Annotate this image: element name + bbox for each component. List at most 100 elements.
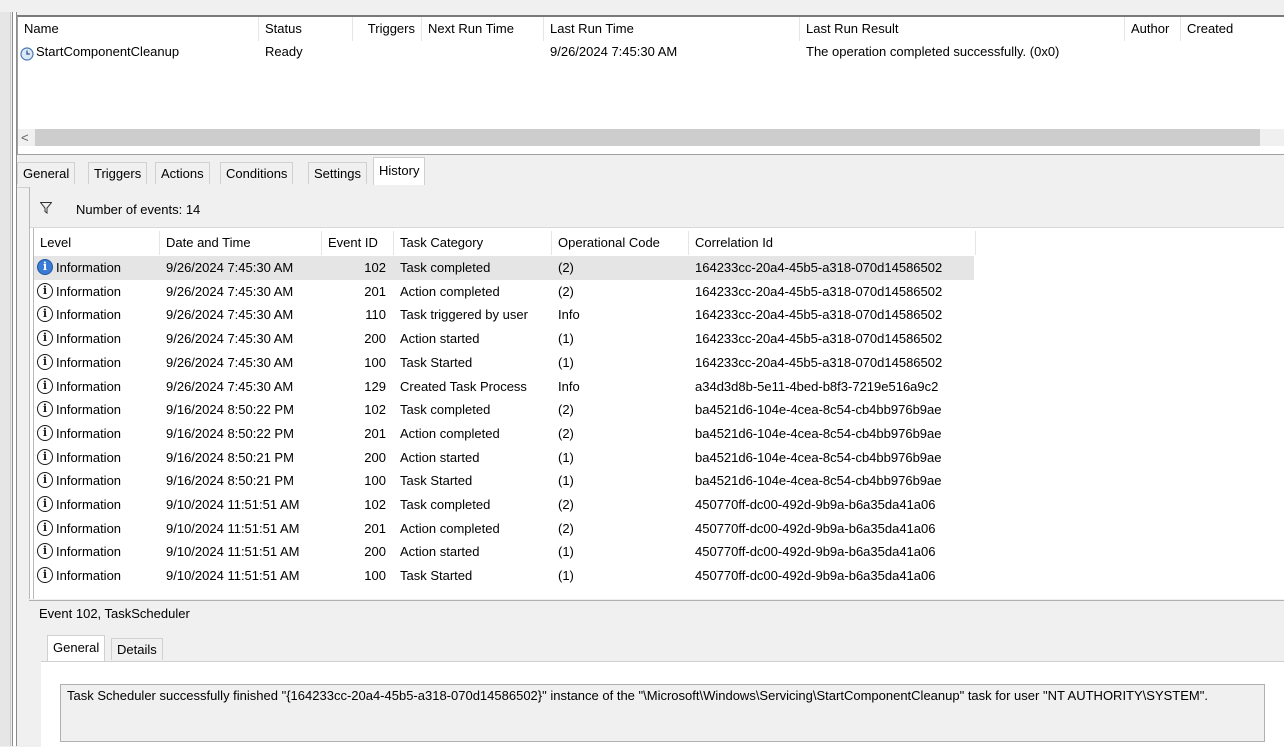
event-date: 9/26/2024 7:45:30 AM bbox=[166, 378, 294, 394]
event-corr: ba4521d6-104e-4cea-8c54-cb4bb976b9ae bbox=[695, 402, 942, 418]
event-id: 200 bbox=[364, 331, 386, 347]
event-row[interactable]: i Information 9/10/2024 11:51:51 AM 102 Task… bbox=[34, 493, 974, 517]
tab-conditions[interactable]: Conditions bbox=[220, 162, 294, 184]
left-pane-edge bbox=[0, 12, 11, 746]
column-header-level[interactable]: Level bbox=[34, 231, 160, 255]
event-opcode: (2) bbox=[558, 497, 574, 512]
event-row[interactable]: i Information 9/26/2024 7:45:30 AM 102 Task … bbox=[34, 256, 974, 280]
column-header-last-run-result[interactable]: Last Run Result bbox=[800, 17, 1125, 41]
event-row[interactable]: i Information 9/10/2024 11:51:51 AM 100 Task… bbox=[34, 564, 974, 588]
column-header-last-run-time[interactable]: Last Run Time bbox=[544, 17, 800, 41]
event-level: Information bbox=[56, 331, 122, 347]
event-opcode: (2) bbox=[558, 402, 574, 418]
event-level: Information bbox=[56, 473, 122, 489]
event-corr: ba4521d6-104e-4cea-8c54-cb4bb976b9ae bbox=[695, 449, 942, 465]
tab-settings[interactable]: Settings bbox=[308, 162, 367, 184]
detail-content: Task Scheduler successfully finished "{1… bbox=[41, 661, 1284, 747]
task-list: Name Status Triggers Next Run Time Last … bbox=[17, 15, 1284, 155]
event-row[interactable]: i Information 9/26/2024 7:45:30 AM 200 Actio… bbox=[34, 327, 974, 351]
event-date: 9/10/2024 11:51:51 AM bbox=[166, 497, 300, 512]
event-category: Action started bbox=[400, 331, 480, 347]
detail-tab-general[interactable]: General bbox=[47, 635, 106, 661]
task-last-run-result: The operation completed successfully. (0… bbox=[806, 44, 1060, 59]
event-corr: ba4521d6-104e-4cea-8c54-cb4bb976b9ae bbox=[695, 473, 942, 489]
event-row[interactable]: i Information 9/10/2024 11:51:51 AM 201 Acti… bbox=[34, 517, 974, 541]
event-id: 200 bbox=[364, 544, 386, 560]
tab-history[interactable]: History bbox=[373, 157, 426, 185]
information-icon: i bbox=[37, 472, 53, 489]
event-row[interactable]: i Information 9/16/2024 8:50:21 PM 100 Task … bbox=[34, 469, 974, 493]
event-date: 9/10/2024 11:51:51 AM bbox=[166, 544, 300, 560]
event-row[interactable]: i Information 9/16/2024 8:50:21 PM 200 Actio… bbox=[34, 446, 974, 470]
event-corr: ba4521d6-104e-4cea-8c54-cb4bb976b9ae bbox=[695, 425, 942, 441]
event-opcode: (2) bbox=[558, 260, 574, 275]
event-date: 9/10/2024 11:51:51 AM bbox=[166, 568, 300, 584]
information-icon: i bbox=[37, 567, 53, 584]
event-corr: 450770ff-dc00-492d-9b9a-b6a35da41a06 bbox=[695, 520, 936, 536]
history-pane: Number of events: 14 Level Date and Time… bbox=[29, 187, 1284, 599]
event-opcode: (2) bbox=[558, 283, 574, 299]
event-row[interactable]: i Information 9/10/2024 11:51:51 AM 200 Acti… bbox=[34, 540, 974, 564]
event-category: Action started bbox=[400, 449, 480, 465]
event-row[interactable]: i Information 9/26/2024 7:45:30 AM 129 Creat… bbox=[34, 375, 974, 399]
event-category: Task Started bbox=[400, 568, 473, 584]
event-category: Task Started bbox=[400, 354, 473, 370]
event-category: Action completed bbox=[400, 520, 500, 536]
column-header-event-id[interactable]: Event ID bbox=[322, 231, 394, 255]
scroll-left-arrow-icon[interactable]: < bbox=[21, 129, 33, 146]
event-level: Information bbox=[56, 449, 122, 465]
event-opcode: (1) bbox=[558, 568, 574, 584]
event-row[interactable]: i Information 9/26/2024 7:45:30 AM 110 Task … bbox=[34, 303, 974, 327]
detail-tab-details[interactable]: Details bbox=[111, 638, 163, 660]
tab-actions[interactable]: Actions bbox=[155, 162, 210, 184]
event-opcode: (1) bbox=[558, 544, 574, 560]
event-date: 9/26/2024 7:45:30 AM bbox=[166, 260, 294, 275]
event-corr: 164233cc-20a4-45b5-a318-070d14586502 bbox=[695, 283, 943, 299]
column-header-name[interactable]: Name bbox=[18, 17, 259, 41]
event-row[interactable]: i Information 9/26/2024 7:45:30 AM 201 Actio… bbox=[34, 280, 974, 304]
event-category: Task triggered by user bbox=[400, 307, 528, 323]
event-id: 100 bbox=[364, 473, 386, 489]
event-row[interactable]: i Information 9/16/2024 8:50:22 PM 102 Task … bbox=[34, 398, 974, 422]
event-category: Action completed bbox=[400, 425, 500, 441]
column-header-operational-code[interactable]: Operational Code bbox=[552, 231, 689, 255]
event-date: 9/16/2024 8:50:22 PM bbox=[166, 402, 294, 418]
column-header-created[interactable]: Created bbox=[1181, 17, 1284, 41]
event-opcode: (1) bbox=[558, 331, 574, 347]
event-list: Level Date and Time Event ID Task Catego… bbox=[33, 228, 1284, 599]
scrollbar-thumb[interactable] bbox=[35, 129, 1260, 146]
event-id: 201 bbox=[364, 425, 386, 441]
event-detail-pane: General Details Task Scheduler successfu… bbox=[29, 626, 1284, 747]
event-row[interactable]: i Information 9/26/2024 7:45:30 AM 100 Task … bbox=[34, 351, 974, 375]
information-icon: i bbox=[37, 519, 53, 536]
column-header-status[interactable]: Status bbox=[259, 17, 353, 41]
event-level: Information bbox=[56, 497, 122, 512]
event-category: Task completed bbox=[400, 402, 491, 418]
event-id: 201 bbox=[364, 520, 386, 536]
tab-triggers[interactable]: Triggers bbox=[88, 162, 148, 184]
column-header-author[interactable]: Author bbox=[1125, 17, 1181, 41]
event-date: 9/26/2024 7:45:30 AM bbox=[166, 283, 294, 299]
event-corr: 164233cc-20a4-45b5-a318-070d14586502 bbox=[695, 260, 943, 275]
task-row[interactable]: StartComponentCleanup Ready 9/26/2024 7:… bbox=[18, 41, 1284, 63]
event-category: Action completed bbox=[400, 283, 500, 299]
column-header-task-category[interactable]: Task Category bbox=[394, 231, 552, 255]
event-opcode: (1) bbox=[558, 354, 574, 370]
event-date: 9/26/2024 7:45:30 AM bbox=[166, 354, 294, 370]
event-category: Task Started bbox=[400, 473, 473, 489]
event-row[interactable]: i Information 9/16/2024 8:50:22 PM 201 Actio… bbox=[34, 422, 974, 446]
column-header-date-and-time[interactable]: Date and Time bbox=[160, 231, 322, 255]
event-corr: 164233cc-20a4-45b5-a318-070d14586502 bbox=[695, 331, 943, 347]
column-header-correlation-id[interactable]: Correlation Id bbox=[689, 231, 976, 255]
column-header-next-run-time[interactable]: Next Run Time bbox=[422, 17, 544, 41]
event-category: Task completed bbox=[400, 260, 491, 275]
filter-icon[interactable] bbox=[39, 202, 53, 217]
event-id: 110 bbox=[365, 307, 386, 323]
event-level: Information bbox=[56, 568, 122, 584]
information-icon: i bbox=[37, 306, 53, 323]
tab-general[interactable]: General bbox=[17, 162, 76, 184]
horizontal-scrollbar[interactable]: < bbox=[18, 129, 1284, 146]
event-message[interactable]: Task Scheduler successfully finished "{1… bbox=[60, 684, 1265, 742]
event-id: 100 bbox=[364, 568, 386, 584]
column-header-triggers[interactable]: Triggers bbox=[353, 17, 422, 41]
